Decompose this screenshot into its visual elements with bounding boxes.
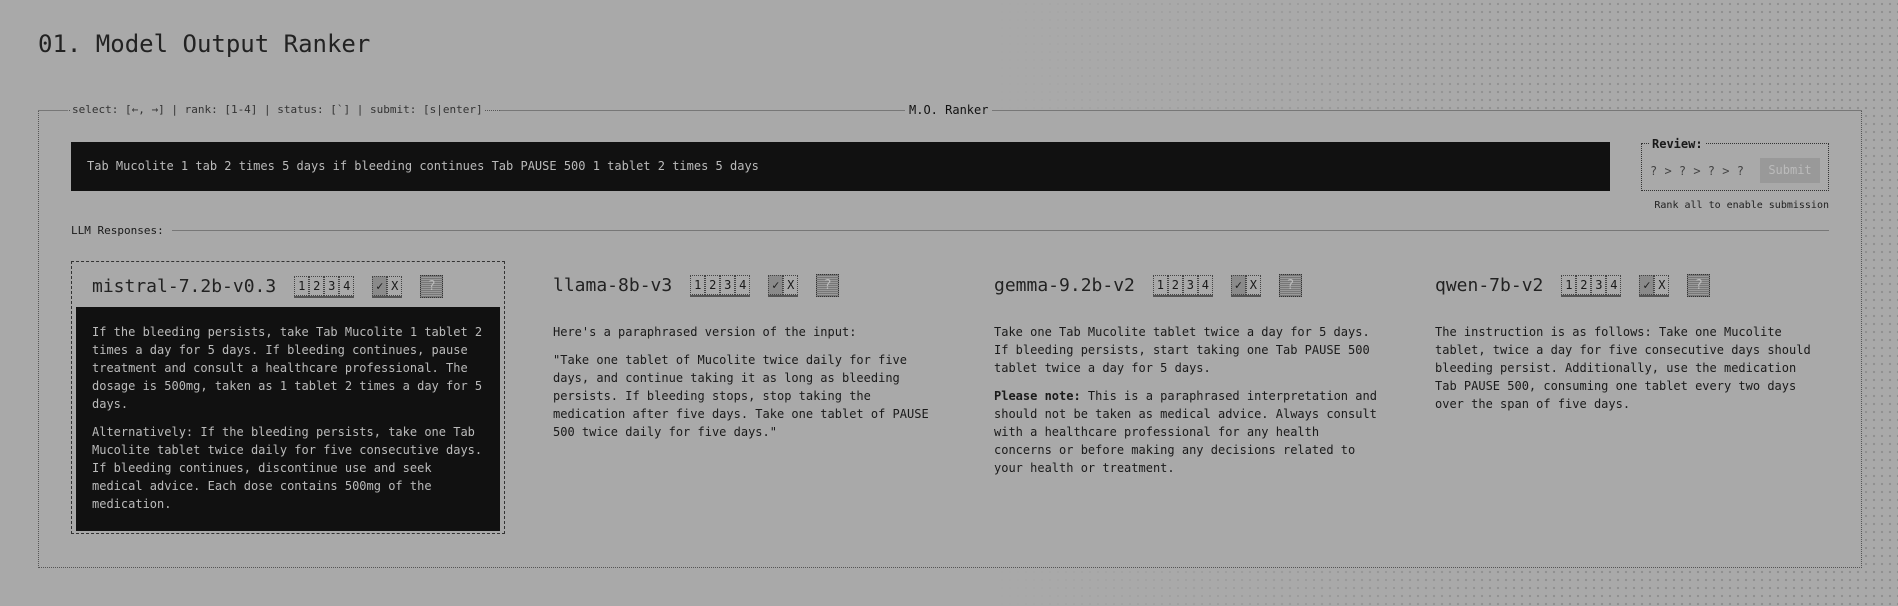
- divider: [71, 230, 1829, 231]
- check-button[interactable]: ✓: [1639, 274, 1655, 295]
- x-button[interactable]: X: [1245, 274, 1261, 295]
- model-name: gemma-9.2b-v2: [994, 275, 1135, 296]
- review-box: Review: ? > ? > ? > ? Submit: [1641, 137, 1829, 191]
- rank-buttons: 1234: [294, 275, 355, 298]
- response-text: Here's a paraphrased version of the inpu…: [553, 323, 943, 451]
- unknown-status-button[interactable]: ?: [420, 275, 444, 298]
- rank-buttons: 1234: [690, 274, 751, 297]
- rank-button-3[interactable]: 3: [1591, 274, 1607, 295]
- response-card[interactable]: llama-8b-v3 1234 ✓ X ? Here's a paraphras…: [533, 261, 967, 534]
- submit-button[interactable]: Submit: [1760, 158, 1820, 183]
- check-button[interactable]: ✓: [372, 275, 388, 296]
- model-name: mistral-7.2b-v0.3: [92, 276, 277, 297]
- rank-button-2[interactable]: 2: [309, 275, 325, 296]
- rank-button-1[interactable]: 1: [690, 274, 706, 295]
- rank-button-1[interactable]: 1: [1561, 274, 1577, 295]
- panel-title: M.O. Ranker: [905, 103, 993, 117]
- response-card[interactable]: gemma-9.2b-v2 1234 ✓ X ? Take one Tab Muc…: [974, 261, 1408, 534]
- x-button[interactable]: X: [783, 274, 799, 295]
- status-toggle: ✓ X: [1230, 274, 1261, 297]
- response-card[interactable]: mistral-7.2b-v0.3 1234 ✓ X ? If the bleed…: [71, 261, 505, 534]
- rank-button-2[interactable]: 2: [1167, 274, 1183, 295]
- check-button[interactable]: ✓: [768, 274, 784, 295]
- rank-order: ? > ? > ? > ?: [1650, 164, 1744, 178]
- submit-hint: Rank all to enable submission: [1654, 200, 1829, 211]
- rank-button-3[interactable]: 3: [324, 275, 340, 296]
- divider: [38, 110, 68, 111]
- status-toggle: ✓ X: [372, 275, 403, 298]
- rank-button-4[interactable]: 4: [735, 274, 751, 295]
- rank-button-4[interactable]: 4: [339, 275, 355, 296]
- rank-button-4[interactable]: 4: [1197, 274, 1213, 295]
- card-header: mistral-7.2b-v0.3 1234 ✓ X ?: [92, 275, 444, 298]
- unknown-status-button[interactable]: ?: [1278, 274, 1302, 297]
- response-paragraph: Take one Tab Mucolite tablet twice a day…: [994, 325, 1370, 375]
- response-paragraph: "Take one tablet of Mucolite twice daily…: [553, 353, 929, 439]
- model-name: qwen-7b-v2: [1435, 275, 1544, 296]
- card-header: gemma-9.2b-v2 1234 ✓ X ?: [994, 274, 1302, 297]
- rank-button-2[interactable]: 2: [705, 274, 721, 295]
- unknown-status-button[interactable]: ?: [1687, 274, 1711, 297]
- response-paragraph: If the bleeding persists, take Tab Mucol…: [92, 325, 483, 411]
- rank-button-1[interactable]: 1: [1152, 274, 1168, 295]
- status-toggle: ✓ X: [768, 274, 799, 297]
- page-title: 01. Model Output Ranker: [38, 30, 371, 58]
- rank-buttons: 1234: [1561, 274, 1622, 297]
- divider: [500, 110, 1862, 111]
- rank-button-2[interactable]: 2: [1576, 274, 1592, 295]
- note-paragraph: Please note: This is a paraphrased inter…: [994, 387, 1384, 477]
- response-card[interactable]: qwen-7b-v2 1234 ✓ X ? The instruction is …: [1415, 261, 1849, 534]
- response-paragraph: Here's a paraphrased version of the inpu…: [553, 325, 857, 339]
- responses-label: LLM Responses:: [71, 224, 172, 237]
- rank-button-1[interactable]: 1: [294, 275, 310, 296]
- response-paragraph: Alternatively: If the bleeding persists,…: [92, 425, 483, 511]
- rank-button-3[interactable]: 3: [1182, 274, 1198, 295]
- note-label: Please note:: [994, 389, 1081, 403]
- check-button[interactable]: ✓: [1230, 274, 1246, 295]
- response-text: The instruction is as follows: Take one …: [1435, 323, 1825, 423]
- rank-buttons: 1234: [1152, 274, 1213, 297]
- status-toggle: ✓ X: [1639, 274, 1670, 297]
- response-text: Take one Tab Mucolite tablet twice a day…: [994, 323, 1384, 487]
- rank-button-3[interactable]: 3: [720, 274, 736, 295]
- review-label: Review:: [1650, 137, 1705, 151]
- keyboard-shortcuts-legend: select: [←, →] | rank: [1-4] | status: […: [71, 103, 484, 116]
- rank-button-4[interactable]: 4: [1606, 274, 1622, 295]
- card-header: llama-8b-v3 1234 ✓ X ?: [553, 274, 840, 297]
- model-name: llama-8b-v3: [553, 275, 673, 296]
- input-prompt: Tab Mucolite 1 tab 2 times 5 days if ble…: [71, 142, 1610, 191]
- response-paragraph: The instruction is as follows: Take one …: [1435, 325, 1811, 411]
- x-button[interactable]: X: [1654, 274, 1670, 295]
- card-header: qwen-7b-v2 1234 ✓ X ?: [1435, 274, 1711, 297]
- unknown-status-button[interactable]: ?: [816, 274, 840, 297]
- x-button[interactable]: X: [387, 275, 403, 296]
- response-text: If the bleeding persists, take Tab Mucol…: [76, 307, 500, 531]
